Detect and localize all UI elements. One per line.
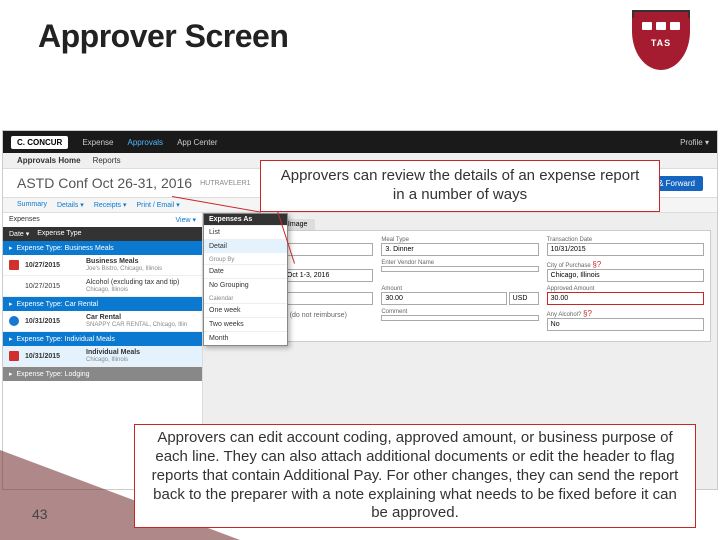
page-number: 43 [32, 506, 48, 522]
cal-two-weeks[interactable]: Two weeks [204, 317, 287, 331]
view-list[interactable]: List [204, 225, 287, 239]
nav-approvals[interactable]: Approvals [127, 138, 163, 147]
table-row[interactable]: 10/27/2015 Business MealsJoe's Bistro, C… [3, 255, 202, 276]
expenses-heading: Expenses [9, 216, 40, 224]
toolbar-print[interactable]: Print / Email ▾ [137, 201, 180, 209]
callout-bottom: Approvers can edit account coding, appro… [134, 424, 696, 528]
table-row[interactable]: 10/31/2015 Car RentalSNAPPY CAR RENTAL, … [3, 311, 202, 332]
nav-appcenter[interactable]: App Center [177, 138, 217, 147]
nav-expense[interactable]: Expense [82, 138, 113, 147]
meal-type-field[interactable]: 3. Dinner [381, 243, 538, 256]
toolbar-details[interactable]: Details ▾ [57, 201, 84, 209]
toolbar-receipts[interactable]: Receipts ▾ [94, 201, 127, 209]
receipt-icon [9, 260, 19, 270]
toolbar-summary[interactable]: Summary [17, 201, 47, 209]
group-business-meals[interactable]: ▸Expense Type: Business Meals [3, 241, 202, 255]
harvard-tas-logo: TAS [632, 10, 690, 80]
col-type[interactable]: Expense Type [37, 230, 81, 238]
group-car-rental[interactable]: ▸Expense Type: Car Rental [3, 297, 202, 311]
group-date[interactable]: Date [204, 264, 287, 278]
amount-field[interactable]: 30.00 [381, 292, 506, 305]
view-detail[interactable]: Detail [204, 239, 287, 253]
receipt-icon [9, 351, 19, 361]
view-menu-popup: Expenses As List Detail Group By Date No… [203, 213, 288, 346]
col-date[interactable]: Date ▾ [9, 230, 29, 238]
comment-field[interactable] [381, 315, 538, 321]
slide-title: Approver Screen [38, 18, 288, 55]
group-lodging[interactable]: ▸Expense Type: Lodging [3, 367, 202, 381]
table-row[interactable]: 10/31/2015 Individual MealsChicago, Illi… [3, 346, 202, 367]
group-none[interactable]: No Grouping [204, 278, 287, 292]
concur-logo: C. CONCUR [11, 136, 68, 149]
report-title: ASTD Conf Oct 26-31, 2016 [17, 175, 192, 191]
group-individual-meals[interactable]: ▸Expense Type: Individual Meals [3, 332, 202, 346]
subnav-home[interactable]: Approvals Home [17, 156, 81, 165]
any-alcohol-field[interactable]: No [547, 318, 704, 331]
subnav-reports[interactable]: Reports [93, 156, 121, 165]
traveler-name: HUTRAVELER1 [200, 180, 250, 187]
approved-amount-field[interactable]: 30.00 [547, 292, 704, 305]
currency-field[interactable]: USD [509, 292, 539, 305]
table-row[interactable]: 10/27/2015 Alcohol (excluding tax and ti… [3, 276, 202, 297]
city-field[interactable]: Chicago, Illinois [547, 269, 704, 282]
vendor-field[interactable] [381, 266, 538, 272]
view-menu-toggle[interactable]: View ▾ [175, 216, 196, 224]
info-icon [9, 316, 19, 326]
nav-profile[interactable]: Profile ▾ [680, 138, 709, 147]
transaction-date-field[interactable]: 10/31/2015 [547, 243, 704, 256]
cal-month[interactable]: Month [204, 331, 287, 345]
cal-one-week[interactable]: One week [204, 303, 287, 317]
callout-top: Approvers can review the details of an e… [260, 160, 660, 212]
